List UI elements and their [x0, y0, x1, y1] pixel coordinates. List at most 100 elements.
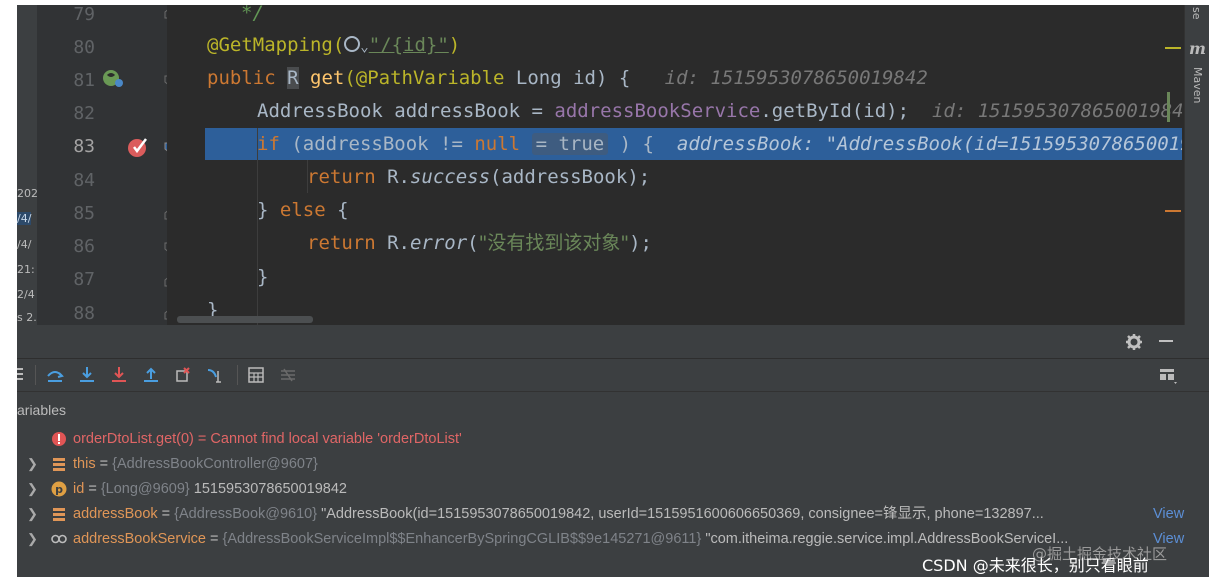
success-method: success [409, 166, 491, 188]
variable-name: addressBook [73, 506, 158, 522]
variable-separator: = [84, 481, 101, 497]
editor-gutter: 79 80 81 82 83 84 85 86 87 88 [37, 5, 176, 325]
close-brace: } [257, 199, 280, 221]
step-out-icon[interactable] [141, 365, 161, 385]
line-number: 87 [73, 269, 95, 290]
svg-text:p: p [55, 483, 63, 496]
left-strip-item: s 2. [17, 311, 37, 324]
debug-panel: ariables orderDtoList.get(0) = Cannot fi… [17, 325, 1209, 577]
view-link[interactable]: View [1151, 502, 1185, 526]
run-to-cursor-icon[interactable] [205, 365, 225, 385]
error-method: error [409, 232, 468, 254]
path-variable-annotation: (@PathVariable [344, 67, 505, 89]
get-mapping-annotation: @GetMapping( [207, 34, 345, 56]
condition-value-chip: = true [531, 133, 609, 155]
variable-name: id [73, 481, 85, 497]
expand-arrow-icon[interactable]: ❯ [27, 477, 38, 501]
minimize-icon[interactable] [1159, 340, 1173, 342]
run-spring-mapping-icon[interactable] [101, 67, 125, 89]
drop-frame-icon[interactable] [173, 365, 193, 385]
variable-row-this[interactable]: ❯ this = {AddressBookController@9607} [17, 452, 1187, 476]
code-editor[interactable]: */ @GetMapping( ⌄"/{id}") public R get(@P… [167, 5, 1182, 325]
variable-value: Cannot find local variable 'orderDtoList… [210, 431, 462, 447]
toolbar-divider [35, 365, 36, 385]
return-type: R [287, 67, 299, 89]
right-tool-label[interactable]: se [1190, 7, 1203, 20]
variable-name: addressBookService [73, 531, 206, 547]
return-keyword: return [307, 232, 376, 254]
statement-end: .getById(id); [760, 100, 910, 122]
horizontal-scrollbar[interactable] [177, 316, 313, 323]
variable-type: {AddressBookController@9607} [112, 456, 318, 472]
field-icon [53, 458, 65, 471]
evaluate-expression-icon[interactable] [246, 365, 266, 385]
globe-icon[interactable] [344, 36, 361, 52]
line-number: 79 [73, 5, 95, 25]
inline-debug-value: id: 1515953078650019842 [664, 67, 928, 89]
variable-row-error[interactable]: orderDtoList.get(0) = Cannot find local … [17, 427, 1187, 451]
return-keyword: return [307, 166, 376, 188]
line-number: 88 [73, 303, 95, 324]
maven-tool-tab[interactable]: Maven [1191, 67, 1204, 103]
line-number: 81 [73, 70, 95, 91]
left-strip-item: 2/4 [17, 288, 35, 301]
inline-debug-value: addressBook: "AddressBook(id=15159530786… [676, 133, 1182, 155]
condition: (addressBook != [279, 133, 475, 155]
expand-arrow-icon[interactable]: ❯ [27, 502, 38, 526]
variable-type: {AddressBookServiceImpl$$EnhancerBySprin… [222, 531, 702, 547]
r-class: R. [375, 232, 410, 254]
breakpoint-icon[interactable] [126, 135, 150, 159]
left-strip-item: 21: [17, 263, 35, 276]
maven-icon[interactable]: m [1189, 39, 1206, 58]
code-line-86: return R.error("没有找到该对象"); [307, 227, 652, 260]
variable-row-id[interactable]: ❯ p id = {Long@9609} 1515953078650019842 [17, 477, 1187, 501]
expand-arrow-icon[interactable]: ❯ [27, 452, 38, 476]
left-strip-item: /4/ [17, 238, 32, 251]
code-line-83: if (addressBook != null = true ) { addre… [257, 128, 1182, 161]
left-strip-item: /4/ [17, 212, 32, 225]
open-brace: { [325, 199, 349, 221]
field-icon [53, 508, 65, 521]
error-message-string: "没有找到该对象" [478, 232, 630, 254]
annotation-close: ) [448, 34, 461, 56]
call-args: (addressBook); [490, 166, 651, 188]
step-into-icon[interactable] [77, 365, 97, 385]
debug-panel-header [17, 325, 1209, 359]
null-keyword: null [474, 133, 521, 155]
chevron-down-icon[interactable]: ⌄ [360, 39, 368, 55]
line-number: 80 [73, 37, 95, 58]
left-tool-strip: 202 /4/ /4/ 21: 2/4 s 2. [17, 5, 38, 325]
menu-icon[interactable] [17, 368, 23, 370]
error-stripe-mark[interactable] [1165, 210, 1181, 212]
debug-toolbar [17, 359, 1209, 392]
service-field: addressBookService [554, 100, 761, 122]
variables-title: ariables [17, 402, 67, 418]
variable-row-address-book[interactable]: ❯ addressBook = {AddressBook@9610} "Addr… [17, 502, 1187, 526]
layout-options-icon[interactable] [1158, 365, 1178, 385]
variable-row-address-book-service[interactable]: ❯ addressBookService = {AddressBookServi… [17, 527, 1187, 551]
gear-icon[interactable] [1125, 333, 1143, 351]
line-number: 85 [73, 203, 95, 224]
public-keyword: public [207, 67, 276, 89]
variable-separator: = [206, 531, 223, 547]
trace-icon[interactable] [278, 365, 298, 385]
variable-name: orderDtoList.get(0) [73, 431, 194, 447]
comment-end: */ [241, 5, 264, 24]
code-line-80: @GetMapping( ⌄"/{id}") [207, 29, 460, 62]
mapping-path[interactable]: "/{id}" [369, 34, 449, 56]
method-name: get [310, 67, 345, 89]
variable-value: "com.itheima.reggie.service.impl.Address… [701, 531, 1069, 547]
line-number-current: 83 [73, 136, 95, 157]
code-line-87: } [257, 261, 268, 294]
force-step-into-icon[interactable] [109, 365, 129, 385]
condition-close: ) { [608, 133, 654, 155]
error-stripe-mark[interactable] [1165, 47, 1181, 49]
expand-arrow-icon[interactable]: ❯ [27, 527, 38, 551]
code-line-82: AddressBook addressBook = addressBookSer… [257, 95, 1182, 128]
change-marker[interactable] [1167, 92, 1170, 122]
toolbar-divider [237, 365, 238, 385]
variable-type: {Long@9609} [100, 481, 190, 497]
statement-start: AddressBook addressBook = [257, 100, 555, 122]
step-over-icon[interactable] [45, 365, 65, 385]
code-line-81: public R get(@PathVariable Long id) { id… [207, 62, 928, 95]
